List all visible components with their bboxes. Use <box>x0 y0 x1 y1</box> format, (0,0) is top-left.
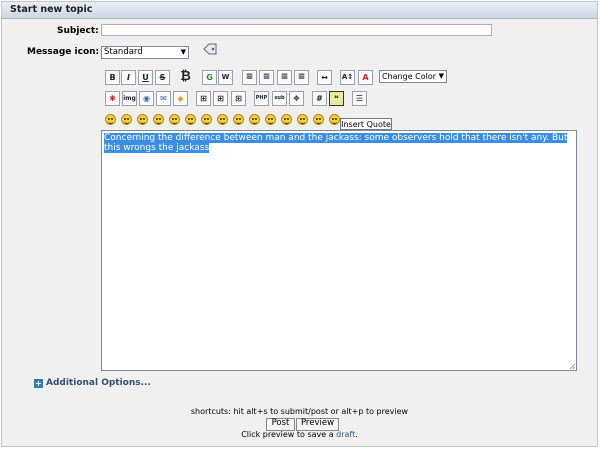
smiley-icon[interactable] <box>121 114 132 125</box>
horizontal-rule-button[interactable]: ↔ <box>317 70 332 85</box>
table-button[interactable]: ⊞ <box>196 91 211 106</box>
quote-button[interactable]: ❝ <box>329 91 344 106</box>
subscript-icon: sub <box>274 95 285 101</box>
shortcuts-hint: shortcuts: hit alt+s to submit/post or a… <box>190 407 409 416</box>
italic-icon: I <box>127 73 130 82</box>
google-icon: G <box>206 73 213 82</box>
align-center-icon: ≡ <box>262 72 271 82</box>
google-button[interactable]: G <box>202 70 217 85</box>
quote-icon: ❝ <box>334 94 339 103</box>
draft-hint-suffix: . <box>355 430 358 439</box>
underline-button[interactable]: U <box>138 70 153 85</box>
smiley-icon[interactable] <box>313 114 324 125</box>
list-button[interactable]: ☰ <box>352 91 367 106</box>
email-button[interactable]: ✉ <box>156 91 171 106</box>
plus-icon: + <box>34 379 43 388</box>
image-button[interactable]: img <box>122 91 137 106</box>
flash-icon: ✱ <box>109 94 116 103</box>
list-icon: ☰ <box>355 94 364 103</box>
smiley-icon[interactable] <box>233 114 244 125</box>
table-row-button[interactable]: ⊞ <box>213 91 228 106</box>
align-right-button[interactable]: ≡ <box>294 70 309 85</box>
align-justify-button[interactable]: ≡ <box>277 70 292 85</box>
tt-button[interactable]: ❖ <box>289 91 304 106</box>
font-size-icon: A↕ <box>341 73 354 81</box>
align-left-button[interactable]: ≡ <box>242 70 257 85</box>
smiley-icon[interactable] <box>217 114 228 125</box>
align-left-icon: ≡ <box>245 72 254 82</box>
tag-icon <box>203 43 217 55</box>
align-center-button[interactable]: ≡ <box>259 70 274 85</box>
draft-hint-prefix: Click preview to save a <box>241 430 334 439</box>
smiley-icon[interactable] <box>201 114 212 125</box>
draft-hint: Click preview to save a draft. <box>2 430 597 439</box>
selected-message-text: Concerning the difference between man an… <box>104 133 568 153</box>
message-icon-label: Message icon: <box>27 47 100 57</box>
draft-link[interactable]: draft <box>336 430 355 439</box>
flash-button[interactable]: ✱ <box>105 91 120 106</box>
message-icon-select[interactable]: Standard ▼ <box>101 46 189 59</box>
chevron-down-icon: ▼ <box>180 48 186 56</box>
subject-label: Subject: <box>57 26 99 36</box>
code-icon: # <box>316 94 323 103</box>
wikipedia-icon: W <box>221 73 230 81</box>
strikethrough-button[interactable]: S <box>155 70 170 85</box>
smiley-icon[interactable] <box>105 114 116 125</box>
message-textarea[interactable]: Concerning the difference between man an… <box>101 130 577 371</box>
subject-input[interactable] <box>101 24 492 36</box>
smiley-icon[interactable] <box>281 114 292 125</box>
table-column-button[interactable]: ⊞ <box>231 91 246 106</box>
hyperlink-icon: ◉ <box>143 94 150 103</box>
title-bar: Start new topic <box>2 2 597 19</box>
bold-button[interactable]: B <box>105 70 120 85</box>
align-justify-icon: ≡ <box>280 72 289 82</box>
bitcoin-button[interactable]: ₿ <box>178 69 193 86</box>
strikethrough-icon: S <box>159 73 166 82</box>
hyperlink-button[interactable]: ◉ <box>139 91 154 106</box>
table-row-icon: ⊞ <box>217 94 224 103</box>
page-title: Start new topic <box>10 4 93 15</box>
chevron-down-icon: ▼ <box>438 72 444 80</box>
resize-grip-icon[interactable] <box>569 363 576 370</box>
smiley-icon[interactable] <box>137 114 148 125</box>
bold-icon: B <box>109 73 116 82</box>
additional-options-label: Additional Options... <box>46 378 151 388</box>
code-button[interactable]: # <box>312 91 327 106</box>
change-color-label: Change Color <box>382 72 437 81</box>
smiley-icon[interactable] <box>297 114 308 125</box>
table-icon: ⊞ <box>200 94 207 103</box>
align-right-icon: ≡ <box>297 72 306 82</box>
font-color-icon: A <box>362 73 369 82</box>
underline-icon: U <box>142 73 149 82</box>
change-color-select[interactable]: Change Color ▼ <box>379 70 447 83</box>
tt-icon: ❖ <box>292 94 301 103</box>
table-column-icon: ⊞ <box>235 94 242 103</box>
ftp-button[interactable]: ◈ <box>173 91 188 106</box>
bitcoin-icon: ₿ <box>180 69 191 84</box>
smiley-icon[interactable] <box>249 114 260 125</box>
wikipedia-button[interactable]: W <box>218 70 233 85</box>
smiley-icon[interactable] <box>265 114 276 125</box>
php-icon: PHP <box>255 95 268 101</box>
tooltip: Insert Quote <box>340 118 392 130</box>
smiley-icon[interactable] <box>169 114 180 125</box>
font-color-button[interactable]: A <box>358 70 373 85</box>
font-size-button[interactable]: A↕ <box>340 70 355 85</box>
smiley-icon[interactable] <box>153 114 164 125</box>
php-button[interactable]: PHP <box>254 91 269 106</box>
horizontal-rule-icon: ↔ <box>321 73 328 82</box>
subscript-button[interactable]: sub <box>272 91 287 106</box>
new-topic-panel: Start new topic Subject: Message icon: S… <box>1 1 598 447</box>
italic-button[interactable]: I <box>121 70 136 85</box>
smiley-icon[interactable] <box>329 114 340 125</box>
message-icon-selected: Standard <box>104 47 143 57</box>
image-icon: img <box>123 95 136 102</box>
email-icon: ✉ <box>160 94 167 103</box>
additional-options-toggle[interactable]: + Additional Options... <box>34 378 151 388</box>
ftp-icon: ◈ <box>177 94 184 103</box>
smiley-icon[interactable] <box>185 114 196 125</box>
